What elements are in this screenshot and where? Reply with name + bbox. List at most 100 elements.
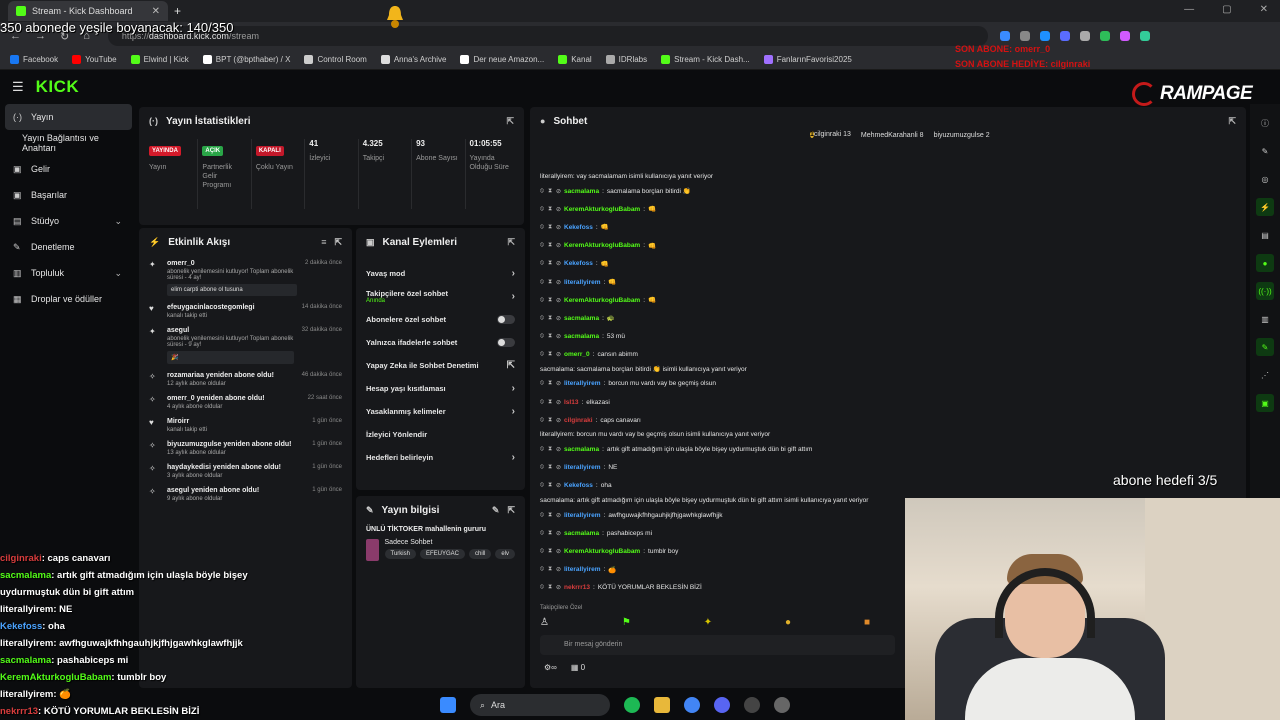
delete-icon[interactable]: ⊘ [556,188,561,195]
bookmark-item[interactable]: Facebook [10,55,58,64]
timeout-icon[interactable]: ⧗ [548,242,553,249]
delete-icon[interactable]: ⊘ [556,224,561,231]
ban-icon[interactable]: ⦸ [540,530,545,537]
ban-icon[interactable]: ⦸ [540,315,545,322]
wrench-tool-icon[interactable]: ✎ [1256,338,1274,356]
timeout-icon[interactable]: ⧗ [548,446,553,453]
extension-icon[interactable] [999,31,1010,41]
popout-icon[interactable]: ⇱ [506,116,514,127]
channel-action[interactable]: Takipçilere özel sohbet Anında › [366,285,515,308]
chat-username[interactable]: KeremAkturkogluBabam [564,297,640,304]
timeout-icon[interactable]: ⧗ [548,584,553,591]
sidebar-item[interactable]: ▤ Stüdyo ⌄ [5,208,132,234]
chat-username[interactable]: sacmalama [564,188,599,195]
chat-username[interactable]: KeremAkturkogluBabam [564,206,640,213]
ban-icon[interactable]: ⦸ [540,417,545,424]
chat-username[interactable]: cilginraki [564,417,593,424]
ban-icon[interactable]: ⦸ [540,279,545,286]
delete-icon[interactable]: ⊘ [556,380,561,387]
ban-icon[interactable]: ⦸ [540,242,545,249]
delete-icon[interactable]: ⊘ [556,315,561,322]
folder-icon[interactable] [654,697,670,713]
ban-icon[interactable]: ⦸ [540,260,545,267]
timeout-icon[interactable]: ⧗ [548,279,553,286]
chat-username[interactable]: Kekefoss [564,482,593,489]
timeout-icon[interactable]: ⧗ [548,380,553,387]
tag-chip[interactable]: chill [468,549,492,559]
delete-icon[interactable]: ⊘ [556,333,561,340]
target-icon[interactable]: ◎ [1256,170,1274,188]
popout-icon[interactable]: ⇱ [507,237,515,248]
timeout-icon[interactable]: ⧗ [548,548,553,555]
taskbar-search[interactable]: ⌕ Ara [470,694,610,716]
popout-icon[interactable]: ⇱ [334,237,342,248]
kick-logo[interactable]: KICK [36,77,80,97]
bookmark-item[interactable]: Control Room [304,55,367,64]
timeout-icon[interactable]: ⧗ [548,188,553,195]
sidebar-item[interactable]: ▦ Droplar ve ödüller [5,286,132,312]
channel-action[interactable]: Hedefleri belirleyin › [366,446,515,469]
timeout-icon[interactable]: ⧗ [548,417,553,424]
bookmark-item[interactable]: Anna's Archive [380,55,446,64]
channel-action[interactable]: Hesap yaşı kısıtlaması › [366,377,515,400]
sidebar-item[interactable]: (·) Yayın [5,104,132,130]
steam-icon[interactable] [744,697,760,713]
timeout-icon[interactable]: ⧗ [548,530,553,537]
settings-icon[interactable]: ⚙∞ [544,663,557,672]
timeout-icon[interactable]: ⧗ [548,512,553,519]
ban-icon[interactable]: ⦸ [540,399,545,406]
new-tab-button[interactable]: + [174,4,181,18]
timeout-icon[interactable]: ⧗ [548,206,553,213]
delete-icon[interactable]: ⊘ [556,242,561,249]
maximize-icon[interactable]: ▢ [1222,4,1231,15]
timeout-icon[interactable]: ⧗ [548,351,553,358]
ban-icon[interactable]: ⦸ [540,464,545,471]
extension-icon[interactable] [1099,31,1110,41]
delete-icon[interactable]: ⊘ [556,260,561,267]
channel-action[interactable]: İzleyici Yönlendir [366,423,515,446]
popout-icon[interactable]: ⇱ [507,505,515,516]
chat-username[interactable]: sacmalama [564,446,599,453]
extension-icon[interactable] [1059,31,1070,41]
delete-icon[interactable]: ⊘ [556,297,561,304]
delete-icon[interactable]: ⊘ [556,530,561,537]
emote-icon[interactable]: ⚑ [622,617,631,628]
chat-username[interactable]: nekrrr13 [564,584,590,591]
chat-username[interactable]: sacmalama [564,530,599,537]
extension-icon[interactable] [1039,31,1050,41]
filter-icon[interactable]: ≡ [321,237,326,247]
bookmark-item[interactable]: BPT (@bpthaber) / X [202,55,290,64]
tag-chip[interactable]: elv [495,549,515,559]
edit-icon[interactable]: ✎ [492,505,500,516]
ban-icon[interactable]: ⦸ [540,566,545,573]
extension-icon[interactable] [1019,31,1030,41]
sidebar-item[interactable]: ✎ Denetleme [5,234,132,260]
sidebar-item[interactable]: ▣ Başarılar [5,182,132,208]
delete-icon[interactable]: ⊘ [556,464,561,471]
close-window-icon[interactable]: ✕ [1260,4,1268,15]
settings-app-icon[interactable] [774,697,790,713]
channel-action[interactable]: Abonelere özel sohbet [366,308,515,331]
timeout-icon[interactable]: ⧗ [548,297,553,304]
bookmark-item[interactable]: Kanal [558,55,592,64]
bookmark-item[interactable]: FanlarınFavorisi2025 [763,55,852,64]
extension-icon[interactable] [1119,31,1130,41]
minimize-icon[interactable]: — [1184,4,1194,15]
doc-icon[interactable]: ▤ [1256,226,1274,244]
chat-username[interactable]: KeremAkturkogluBabam [564,242,640,249]
delete-icon[interactable]: ⊘ [556,206,561,213]
timeout-icon[interactable]: ⧗ [548,315,553,322]
delete-icon[interactable]: ⊘ [556,512,561,519]
ban-icon[interactable]: ⦸ [540,512,545,519]
delete-icon[interactable]: ⊘ [556,417,561,424]
windows-start-icon[interactable] [440,697,456,713]
image-tool-icon[interactable]: ▣ [1256,394,1274,412]
delete-icon[interactable]: ⊘ [556,446,561,453]
bookmark-item[interactable]: Elwind | Kick [130,55,189,64]
emote-icon[interactable]: ✦ [704,617,712,628]
ban-icon[interactable]: ⦸ [540,297,545,304]
lightning-tool-icon[interactable]: ⚡ [1256,198,1274,216]
timeout-icon[interactable]: ⧗ [548,224,553,231]
timeout-icon[interactable]: ⧗ [548,566,553,573]
chat-input[interactable]: Bir mesaj gönderin [540,635,895,655]
